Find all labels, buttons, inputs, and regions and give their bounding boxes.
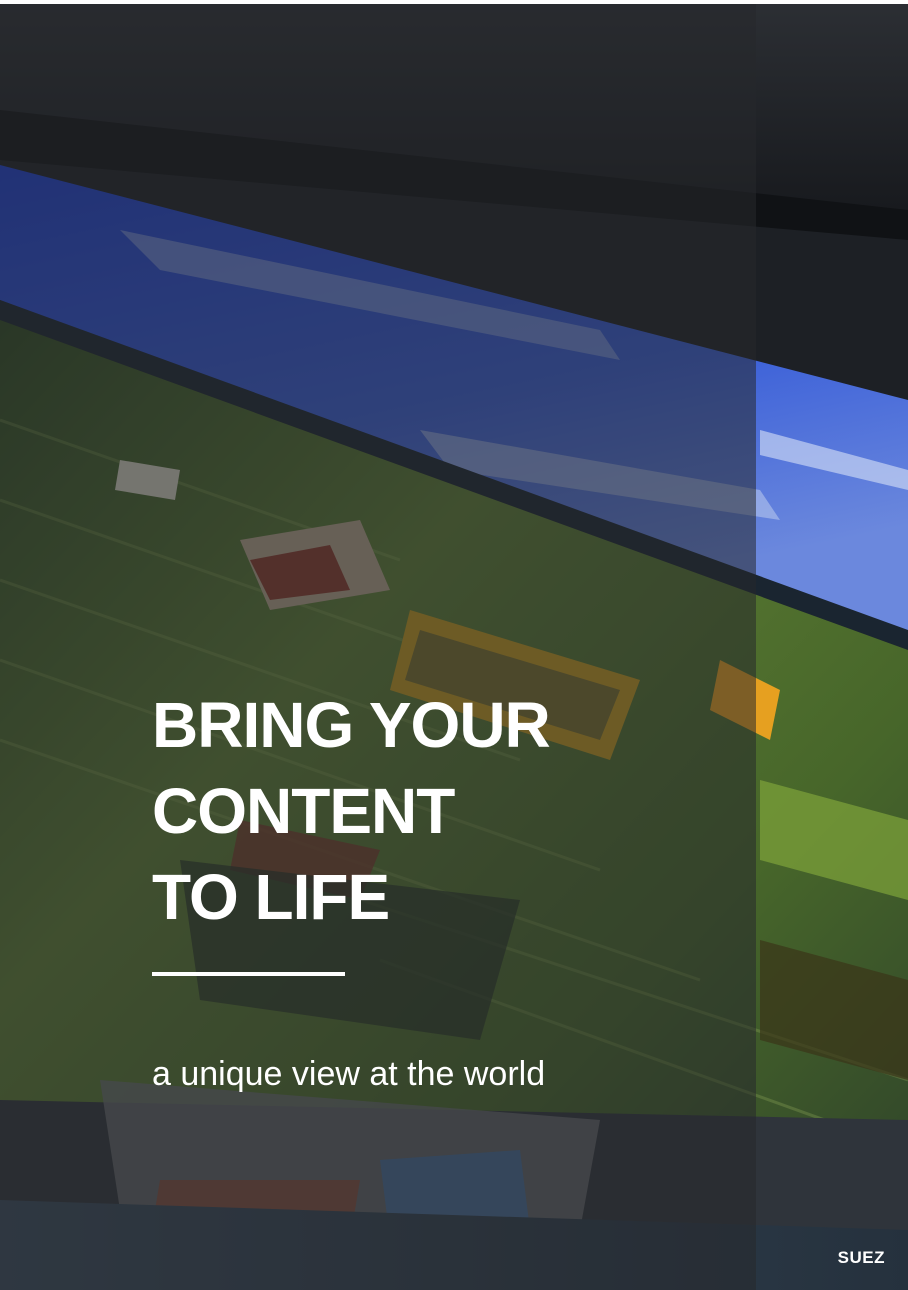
brand-label: SUEZ [837, 1248, 885, 1267]
headline-line-1: BRING YOUR [152, 689, 551, 761]
headline: BRING YOUR CONTENT TO LIFE [152, 682, 551, 940]
tagline: a unique view at the world [152, 1055, 546, 1093]
cover-page: BRING YOUR CONTENT TO LIFE a unique view… [0, 0, 908, 1290]
headline-line-2: CONTENT [152, 775, 455, 847]
headline-divider [152, 972, 345, 976]
text-overlay-panel [0, 4, 756, 1290]
headline-line-3: TO LIFE [152, 861, 390, 933]
